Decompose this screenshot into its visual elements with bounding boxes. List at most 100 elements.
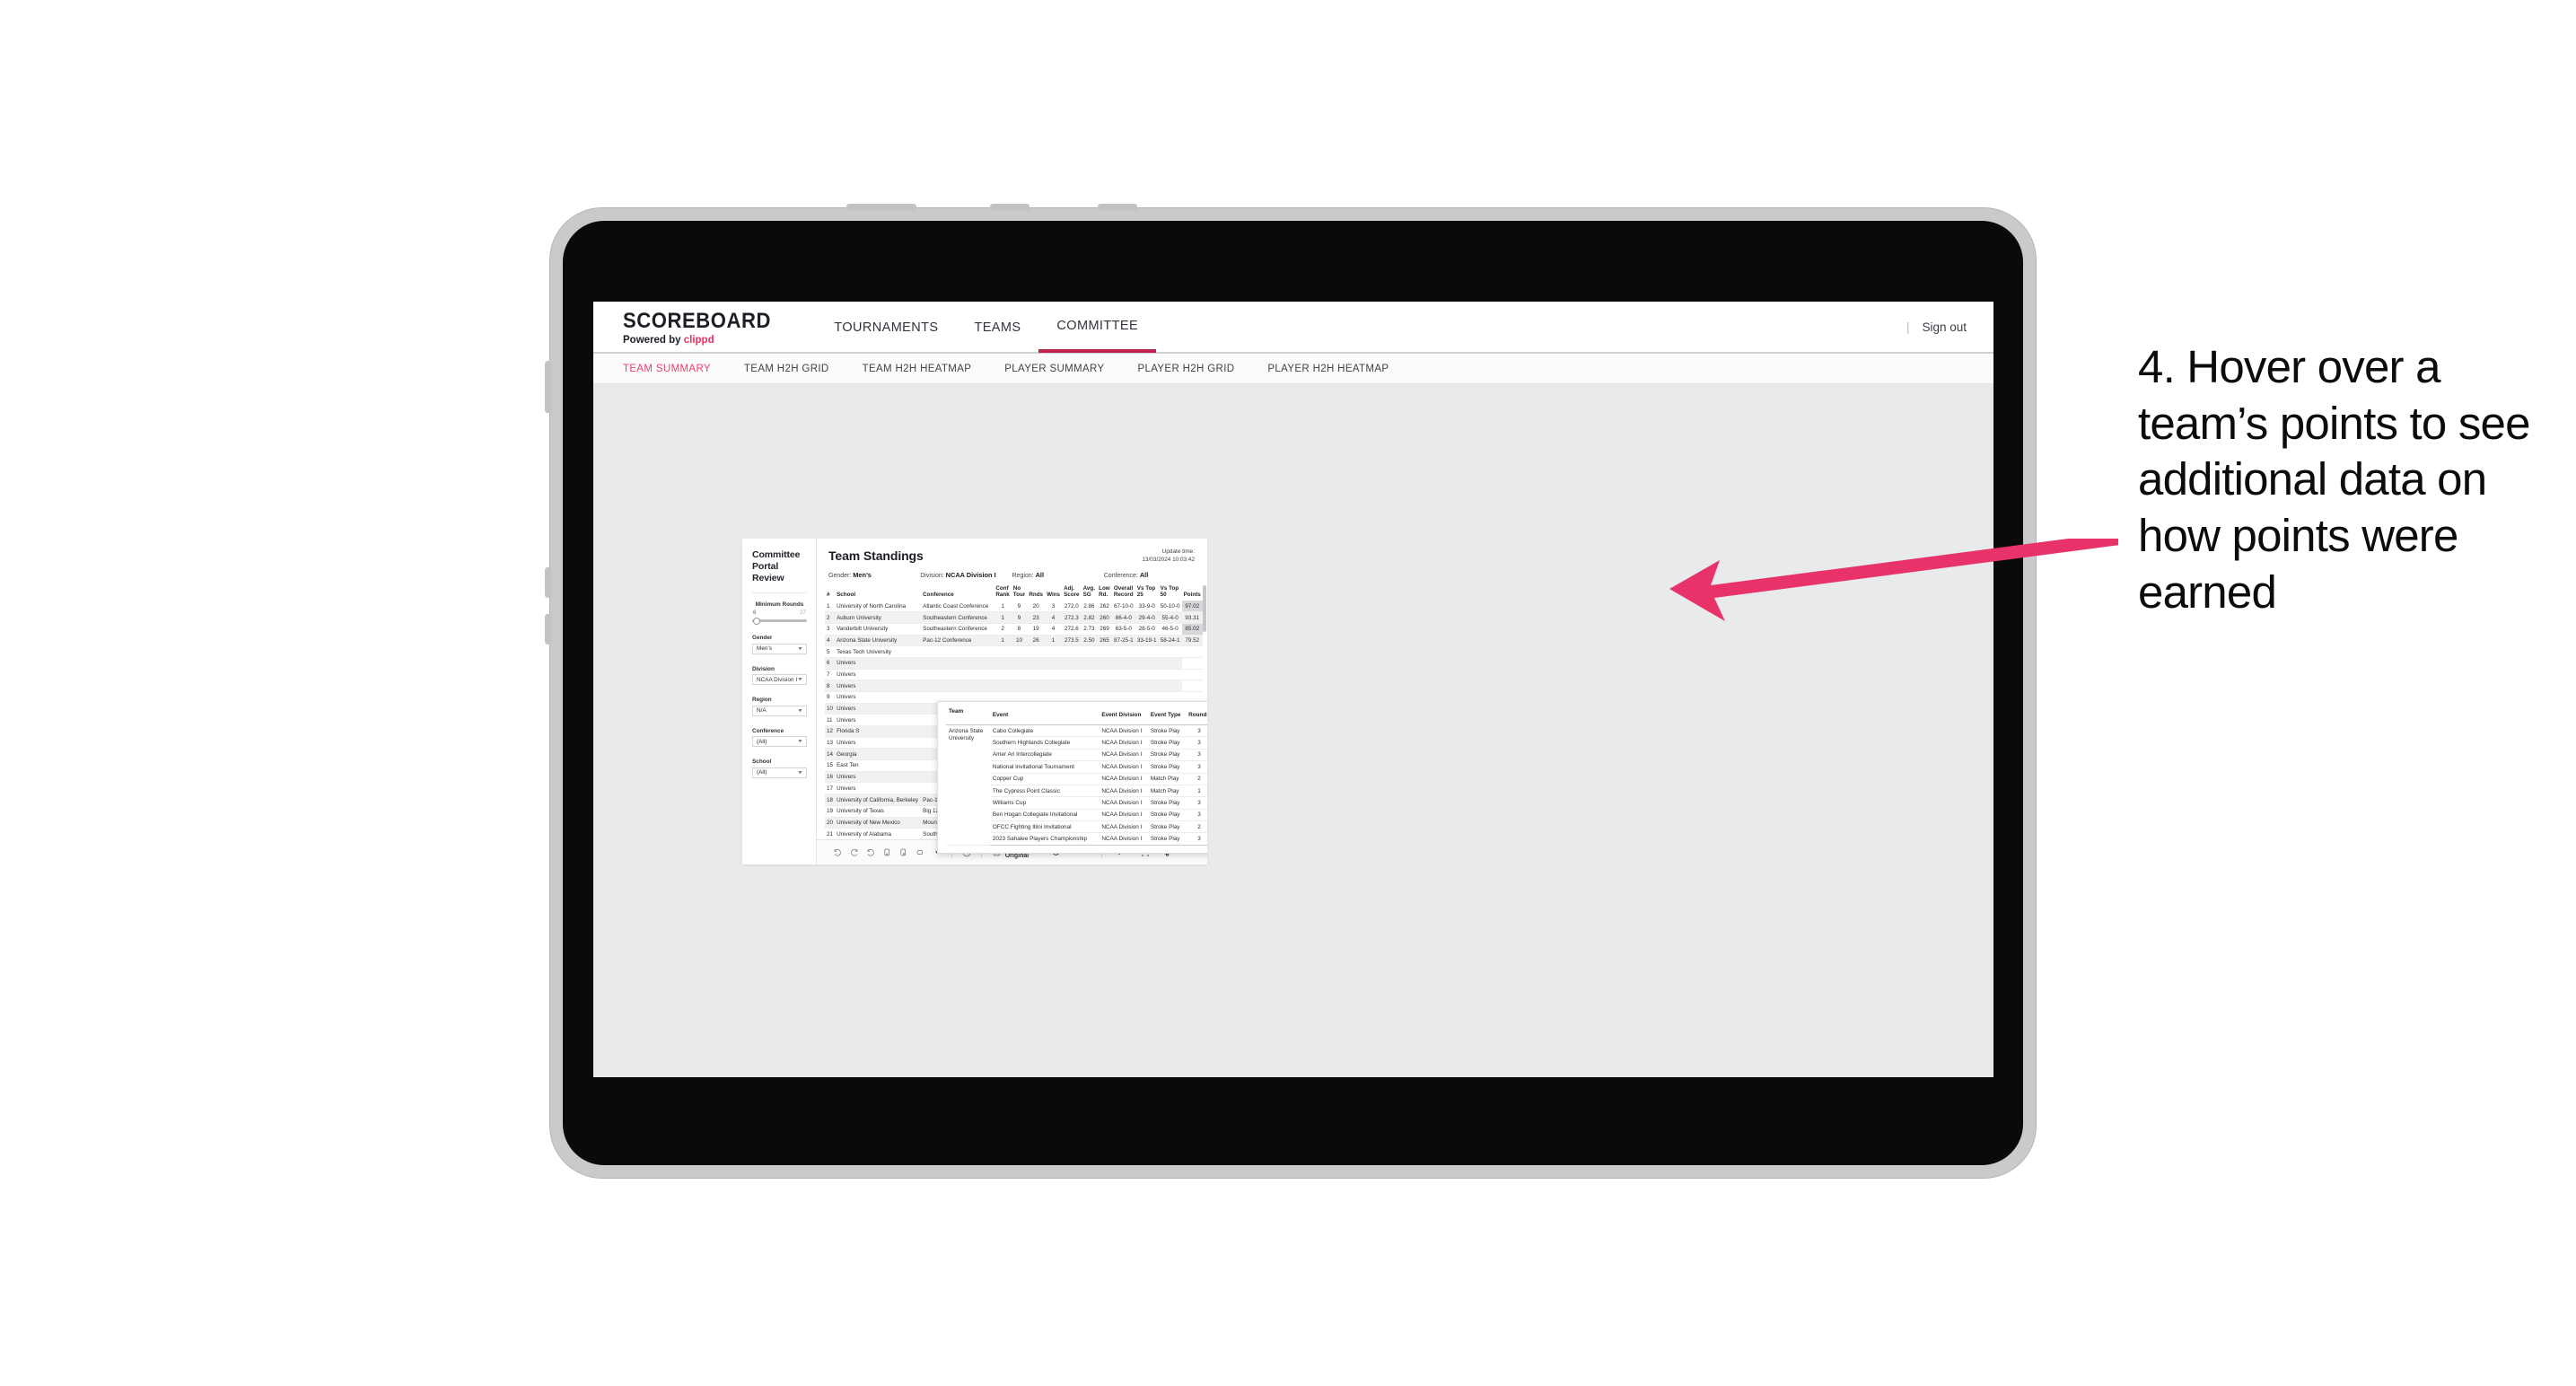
custom-view-icon[interactable]	[912, 844, 928, 861]
tooltip-cell-type: Match Play	[1147, 773, 1187, 785]
standings-col-points[interactable]: Points	[1182, 585, 1203, 601]
tooltip-cell-event: 2023 Sahalee Players Championship	[989, 832, 1100, 846]
division-select[interactable]: NCAA Division I ▼	[752, 674, 807, 686]
standings-col-avg-sg[interactable]: Avg. SG	[1082, 585, 1098, 601]
cell-vs-top-25: 29-4-0	[1135, 611, 1159, 624]
tooltip-table-body: Arizona State University Cabo Collegiate N…	[946, 724, 1207, 846]
refresh-icon[interactable]	[879, 844, 895, 861]
nav-item-committee[interactable]: COMMITTEE	[1038, 302, 1157, 353]
standings-col-school[interactable]: School	[835, 585, 921, 601]
update-time-label: Update time:	[1161, 548, 1195, 555]
cell-points[interactable]	[1181, 645, 1203, 658]
cell-rank: 13	[825, 737, 836, 750]
cell-points[interactable]: 97.02	[1181, 601, 1203, 613]
table-row[interactable]: 3 Vanderbilt University Southeastern Confe…	[825, 623, 1203, 636]
standings-col-rank[interactable]: #	[825, 585, 835, 601]
table-row[interactable]: 2 Auburn University Southeastern Conferenc…	[825, 611, 1203, 624]
chevron-down-icon: ▼	[797, 707, 803, 714]
top-button-2[interactable]	[990, 204, 1030, 211]
cell-points[interactable]	[1181, 657, 1203, 670]
volume-button[interactable]	[545, 361, 552, 413]
cell-wins: 1	[1045, 635, 1063, 647]
table-row[interactable]: 8 Univers	[825, 680, 1203, 692]
cell-rnds	[1027, 657, 1046, 670]
slider-handle[interactable]	[753, 617, 760, 625]
table-row[interactable]: 1 University of North Carolina Atlantic Co…	[825, 601, 1203, 613]
update-time: Update time: 13/03/2024 10:03:42	[1142, 548, 1195, 564]
side-button-3[interactable]	[545, 614, 552, 645]
table-row[interactable]: 7 Univers	[825, 669, 1203, 681]
gender-value: Men’s	[757, 645, 772, 653]
tooltip-cell-type: Stroke Play	[1147, 736, 1187, 750]
cell-points[interactable]: 79.52	[1181, 635, 1203, 647]
standings-col-no-tour[interactable]: No Tour	[1012, 585, 1028, 601]
cell-rnds: 23	[1027, 611, 1046, 624]
cell-school: University of California, Berkeley	[835, 794, 922, 806]
tooltip-cell-event: Williams Cup	[989, 796, 1100, 810]
side-button-2[interactable]	[545, 567, 552, 598]
cell-rank: 4	[825, 635, 836, 647]
cell-rnds	[1027, 645, 1046, 658]
cell-school: Auburn University	[835, 611, 922, 624]
table-scrollbar[interactable]	[1203, 585, 1206, 632]
tab-team-summary[interactable]: TEAM SUMMARY	[623, 364, 711, 374]
nav-item-tournaments[interactable]: TOURNAMENTS	[816, 302, 956, 353]
cell-points[interactable]	[1181, 669, 1203, 681]
tab-player-summary[interactable]: PLAYER SUMMARY	[1004, 364, 1104, 374]
standings-col-rnds[interactable]: Rnds	[1027, 585, 1045, 601]
cell-wins	[1045, 680, 1063, 692]
cell-no-tour: 8	[1011, 623, 1028, 636]
cell-adj-score: 272.6	[1062, 623, 1082, 636]
powered-by-text: Powered by	[623, 334, 684, 346]
cell-school: Univers	[835, 680, 922, 692]
minimum-rounds-slider[interactable]	[752, 617, 807, 625]
tab-player-h2h-grid[interactable]: PLAYER H2H GRID	[1137, 364, 1234, 374]
conference-select[interactable]: (All) ▼	[752, 736, 807, 748]
school-select[interactable]: (All) ▼	[752, 767, 807, 778]
table-row[interactable]: 5 Texas Tech University	[825, 645, 1203, 658]
tab-player-h2h-heatmap[interactable]: PLAYER H2H HEATMAP	[1267, 364, 1389, 374]
panel-title-line2: Portal Review	[752, 560, 784, 583]
cell-wins	[1045, 645, 1063, 658]
power-button[interactable]	[846, 204, 916, 211]
gender-select[interactable]: Men’s ▼	[752, 643, 807, 654]
table-row[interactable]: 4 Arizona State University Pac-12 Conferen…	[825, 635, 1203, 647]
standings-col-low-rd[interactable]: Low Rd.	[1097, 585, 1112, 601]
tab-team-h2h-heatmap[interactable]: TEAM H2H HEATMAP	[863, 364, 972, 374]
summary-gender-value: Men’s	[853, 571, 872, 579]
standings-col-conference[interactable]: Conference	[921, 585, 994, 601]
cell-points[interactable]	[1181, 680, 1203, 692]
standings-col-overall-record[interactable]: Overall Record	[1112, 585, 1135, 601]
cell-points[interactable]: 85.02	[1181, 623, 1203, 636]
tooltip-cell-event: Ben Hogan Collegiate Invitational	[989, 809, 1100, 822]
cell-conference	[921, 669, 994, 681]
nav-item-teams[interactable]: TEAMS	[956, 302, 1038, 353]
cell-adj-score	[1062, 657, 1082, 670]
summary-region-value: All	[1035, 571, 1045, 579]
sign-out-link[interactable]: Sign out	[1922, 320, 1967, 334]
brand-logo[interactable]: SCOREBOARD Powered by clippd	[593, 309, 816, 346]
region-select[interactable]: N/A ▼	[752, 705, 807, 716]
standings-col-wins[interactable]: Wins	[1045, 585, 1062, 601]
top-button-3[interactable]	[1098, 204, 1137, 211]
cell-avg-sg: 2.82	[1081, 611, 1098, 624]
summary-gender-key: Gender:	[828, 573, 854, 579]
tab-team-h2h-grid[interactable]: TEAM H2H GRID	[744, 364, 829, 374]
annotation-text: 4. Hover over a team’s points to see add…	[2138, 341, 2530, 618]
cell-school: Georgia	[835, 748, 922, 761]
standings-col-conf-rank[interactable]: Conf Rank	[994, 585, 1011, 601]
cell-points[interactable]: 93.31	[1181, 611, 1203, 624]
undo-icon[interactable]	[829, 844, 846, 861]
revert-icon[interactable]	[863, 844, 879, 861]
redo-icon[interactable]	[846, 844, 862, 861]
cell-wins	[1045, 669, 1063, 681]
conference-filter: Conference (All) ▼	[752, 728, 807, 748]
standings-col-vs-top-50[interactable]: Vs Top 50	[1159, 585, 1182, 601]
standings-col-adj-score[interactable]: Adj. Score	[1062, 585, 1082, 601]
conference-value: (All)	[757, 738, 767, 745]
pause-icon[interactable]	[896, 844, 912, 861]
cell-low-rd	[1097, 645, 1112, 658]
table-row[interactable]: 6 Univers	[825, 657, 1203, 670]
cell-conference	[921, 680, 994, 692]
standings-col-vs-top-25[interactable]: Vs Top 25	[1135, 585, 1159, 601]
